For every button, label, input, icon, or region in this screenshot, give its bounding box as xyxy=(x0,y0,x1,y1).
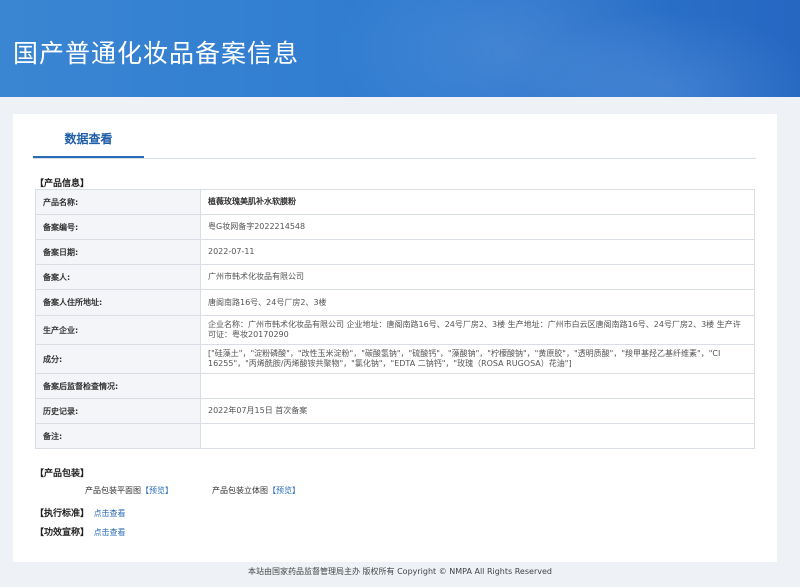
row-label: 备案人: xyxy=(35,264,201,290)
row-label: 备案编号: xyxy=(35,214,201,240)
section-title-efficacy: 【功效宣称】 xyxy=(35,528,90,538)
product-info-table: 产品名称: 植薇玫瑰美肌补水软膜粉 备案编号: 粤G妆网备字2022214548… xyxy=(35,189,755,449)
section-title-product-info: 【产品信息】 xyxy=(35,179,90,189)
row-label: 生产企业: xyxy=(35,315,201,345)
row-label: 成分: xyxy=(35,344,201,374)
row-label: 历史记录: xyxy=(35,398,201,424)
efficacy-view-link[interactable]: 点击查看 xyxy=(94,528,126,537)
table-row: 历史记录: 2022年07月15日 首次备案 xyxy=(35,398,755,424)
package-flat-preview-link[interactable]: 预览 xyxy=(149,486,165,495)
row-value: 粤G妆网备字2022214548 xyxy=(200,214,755,240)
tab-bar: 数据查看 xyxy=(33,114,756,159)
page-footer: 本站由国家药品监督管理局主办 版权所有 Copyright © NMPA All… xyxy=(248,567,552,576)
efficacy-row: 【功效宣称】 点击查看 xyxy=(35,525,126,538)
page-title: 国产普通化妆品备案信息 xyxy=(13,39,300,68)
table-row: 备案后监督检查情况: xyxy=(35,373,755,399)
header-decoration xyxy=(520,10,800,97)
table-row: 备案人住所地址: 唐阁南路16号、24号厂房2、3楼 xyxy=(35,289,755,316)
row-label: 备案日期: xyxy=(35,239,201,265)
row-value: 唐阁南路16号、24号厂房2、3楼 xyxy=(200,289,755,316)
table-row: 成分: ["硅藻土"，"淀粉磷酸"，"改性玉米淀粉"，"碳酸氢钠"，"硫酸钙"，… xyxy=(35,344,755,374)
row-value xyxy=(200,423,755,449)
standard-row: 【执行标准】 点击查看 xyxy=(35,506,126,519)
row-label: 产品名称: xyxy=(35,189,201,215)
row-value: 植薇玫瑰美肌补水软膜粉 xyxy=(200,189,755,215)
page-header: 国产普通化妆品备案信息 xyxy=(0,0,800,97)
row-label: 备案后监督检查情况: xyxy=(35,373,201,399)
table-row: 备注: xyxy=(35,423,755,449)
package-solid-view: 产品包装立体图【预览】 xyxy=(212,486,300,495)
section-title-standard: 【执行标准】 xyxy=(35,509,90,519)
row-value: 广州市韩术化妆品有限公司 xyxy=(200,264,755,290)
row-label: 备注: xyxy=(35,423,201,449)
row-value: ["硅藻土"，"淀粉磷酸"，"改性玉米淀粉"，"碳酸氢钠"，"硫酸钙"，"藻酸钠… xyxy=(200,344,755,374)
table-row: 备案人: 广州市韩术化妆品有限公司 xyxy=(35,264,755,290)
table-row: 备案编号: 粤G妆网备字2022214548 xyxy=(35,214,755,240)
package-flat-view: 产品包装平面图【预览】 xyxy=(85,486,173,495)
tab-data-view[interactable]: 数据查看 xyxy=(33,114,144,158)
package-solid-label: 产品包装立体图 xyxy=(212,486,268,495)
table-row: 产品名称: 植薇玫瑰美肌补水软膜粉 xyxy=(35,189,755,215)
row-value: 2022年07月15日 首次备案 xyxy=(200,398,755,424)
standard-view-link[interactable]: 点击查看 xyxy=(94,509,126,518)
row-value: 企业名称：广州市韩术化妆品有限公司 企业地址：唐阁南路16号、24号厂房2、3楼… xyxy=(200,315,755,345)
package-flat-label: 产品包装平面图 xyxy=(85,486,141,495)
section-title-product-package: 【产品包装】 xyxy=(35,469,90,479)
table-row: 备案日期: 2022-07-11 xyxy=(35,239,755,265)
content-card: 数据查看 【产品信息】 产品名称: 植薇玫瑰美肌补水软膜粉 备案编号: 粤G妆网… xyxy=(13,114,777,562)
row-value xyxy=(200,373,755,399)
table-row: 生产企业: 企业名称：广州市韩术化妆品有限公司 企业地址：唐阁南路16号、24号… xyxy=(35,315,755,345)
row-label: 备案人住所地址: xyxy=(35,289,201,316)
row-value: 2022-07-11 xyxy=(200,239,755,265)
package-solid-preview-link[interactable]: 预览 xyxy=(276,486,292,495)
